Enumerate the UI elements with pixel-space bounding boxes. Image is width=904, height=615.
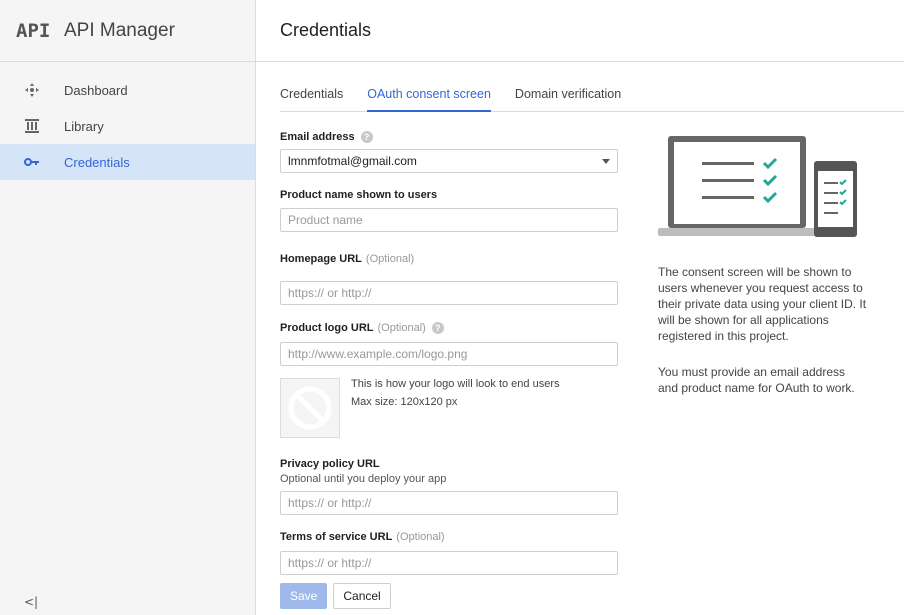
privacy-sublabel: Optional until you deploy your app xyxy=(280,473,447,485)
tab-domain-verification[interactable]: Domain verification xyxy=(515,80,621,112)
sidebar-item-library[interactable]: Library xyxy=(0,108,255,144)
email-label: Email address ? xyxy=(280,128,620,146)
no-logo-icon xyxy=(280,378,340,438)
save-button[interactable]: Save xyxy=(280,583,328,609)
email-select-value: lmnmfotmal@gmail.com xyxy=(288,154,417,168)
chevron-down-icon xyxy=(602,158,610,164)
collapse-sidebar-icon[interactable]: <| xyxy=(24,595,38,609)
sidebar-header: API API Manager xyxy=(0,0,255,62)
tos-label: Terms of service URL (Optional) xyxy=(280,529,620,545)
dashboard-icon xyxy=(0,82,64,98)
tab-bar: Credentials OAuth consent screen Domain … xyxy=(280,80,904,112)
page-title: Credentials xyxy=(280,20,372,40)
homepage-label-text: Homepage URL xyxy=(280,253,362,265)
logo-url-input[interactable] xyxy=(280,342,618,366)
tos-url-input[interactable] xyxy=(280,551,618,575)
tos-label-text: Terms of service URL xyxy=(280,531,393,543)
privacy-url-input[interactable] xyxy=(280,491,618,515)
logo-preview: This is how your logo will look to end u… xyxy=(280,378,620,438)
sidebar: API API Manager Dashboard Library Creden… xyxy=(0,0,256,615)
consent-info: The consent screen will be shown to user… xyxy=(658,264,868,416)
privacy-label-text: Privacy policy URL xyxy=(280,458,380,470)
email-label-text: Email address xyxy=(280,131,355,143)
help-icon[interactable]: ? xyxy=(360,131,373,143)
consent-illustration xyxy=(656,134,860,243)
product-name-input[interactable] xyxy=(280,208,618,232)
library-icon xyxy=(0,119,64,133)
consent-form: Email address ? lmnmfotmal@gmail.com Pro… xyxy=(280,128,620,575)
sidebar-item-credentials[interactable]: Credentials xyxy=(0,144,255,180)
logo-url-label-text: Product logo URL xyxy=(280,322,374,334)
email-select[interactable]: lmnmfotmal@gmail.com xyxy=(280,149,618,173)
sidebar-item-label: Credentials xyxy=(64,154,130,170)
cancel-button[interactable]: Cancel xyxy=(333,583,391,609)
logo-max-size: Max size: 120x120 px xyxy=(351,396,458,408)
sidebar-item-label: Dashboard xyxy=(64,82,128,98)
optional-tag: (Optional) xyxy=(365,253,415,265)
privacy-label: Privacy policy URL xyxy=(280,457,620,471)
homepage-label: Homepage URL (Optional) xyxy=(280,251,620,267)
sidebar-item-label: Library xyxy=(64,118,104,134)
api-logo: API xyxy=(16,19,51,42)
product-name-label-text: Product name shown to users xyxy=(280,189,438,201)
optional-tag: (Optional) xyxy=(377,322,426,334)
consent-info-paragraph: You must provide an email address and pr… xyxy=(658,365,855,395)
homepage-url-input[interactable] xyxy=(280,281,618,305)
logo-url-label: Product logo URL (Optional) ? xyxy=(280,320,620,336)
tab-oauth-consent-screen[interactable]: OAuth consent screen xyxy=(367,80,491,112)
tab-credentials[interactable]: Credentials xyxy=(280,80,343,112)
form-actions: Save Cancel xyxy=(280,583,391,609)
key-icon xyxy=(0,157,64,167)
sidebar-nav: Dashboard Library Credentials xyxy=(0,62,255,180)
page-header: Credentials xyxy=(256,0,904,62)
optional-tag: (Optional) xyxy=(396,531,445,543)
product-name-label: Product name shown to users xyxy=(280,187,620,203)
consent-info-paragraph: The consent screen will be shown to user… xyxy=(658,265,867,343)
app-title: API Manager xyxy=(64,19,175,41)
help-icon[interactable]: ? xyxy=(431,322,444,334)
logo-preview-caption: This is how your logo will look to end u… xyxy=(351,378,560,390)
sidebar-item-dashboard[interactable]: Dashboard xyxy=(0,72,255,108)
logo-preview-info: This is how your logo will look to end u… xyxy=(351,375,559,438)
